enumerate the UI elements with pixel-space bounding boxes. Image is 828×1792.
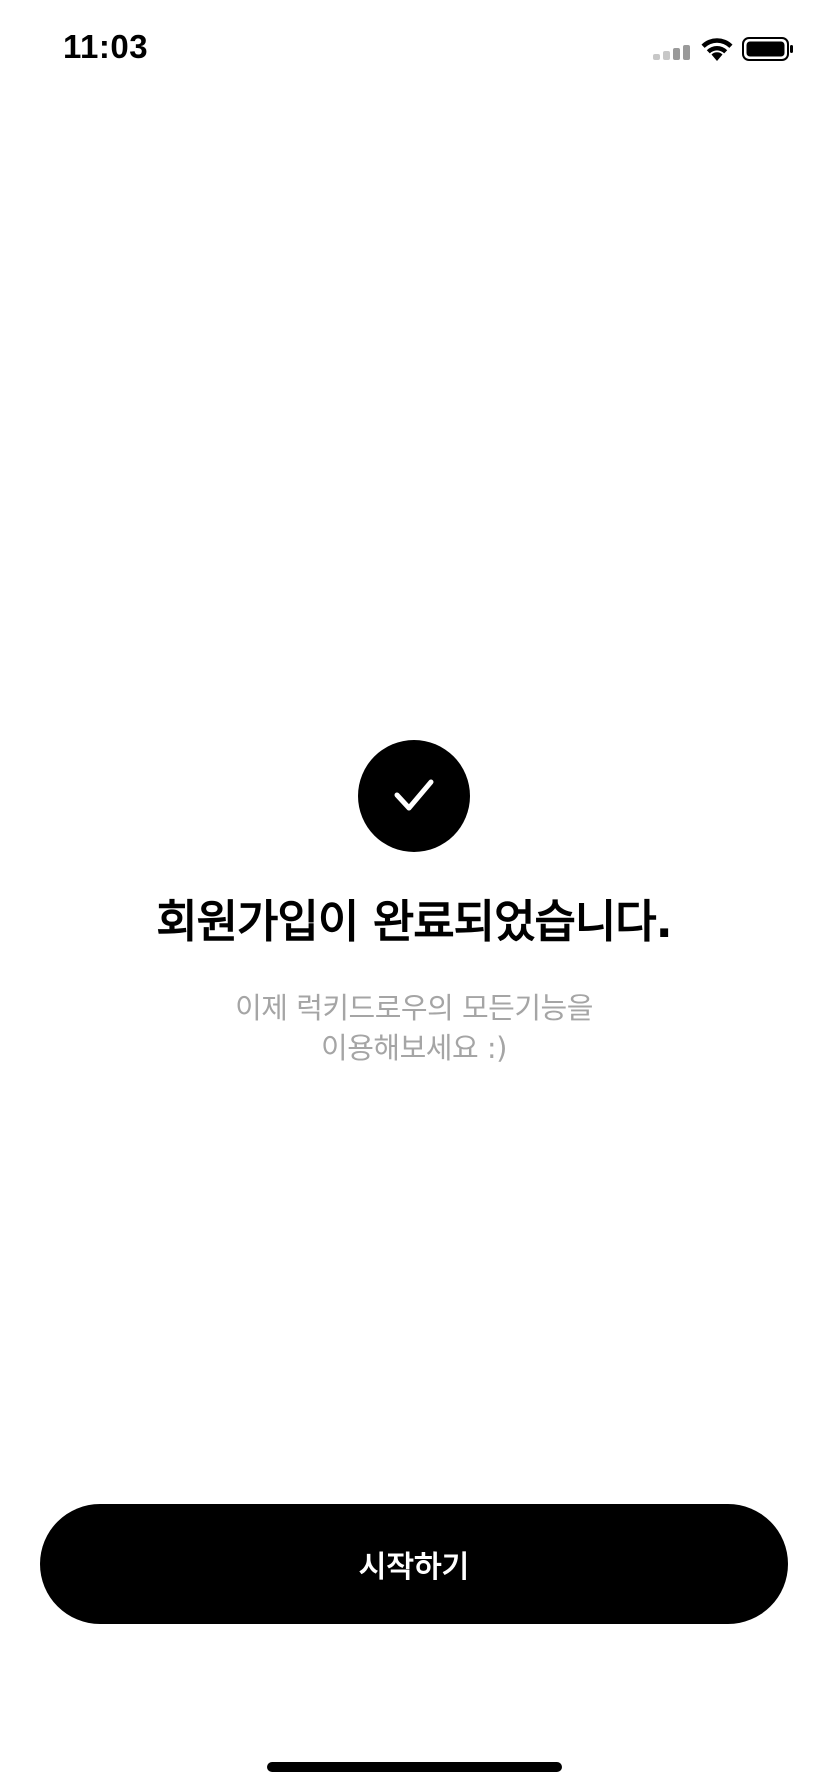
subtitle-line-1: 이제 럭키드로우의 모든기능을 xyxy=(235,991,593,1025)
cellular-signal-icon xyxy=(653,45,690,60)
checkmark-icon xyxy=(358,740,470,852)
start-button[interactable]: 시작하기 xyxy=(40,1504,788,1624)
page-title: 회원가입이 완료되었습니다. xyxy=(156,895,673,948)
status-time: 11:03 xyxy=(63,28,149,65)
subtitle-text: 이제 럭키드로우의 모든기능을 이용해보세요 :) xyxy=(0,988,828,1068)
home-indicator[interactable] xyxy=(267,1762,562,1772)
status-bar: 11:03 xyxy=(0,0,828,100)
signup-complete-section: 회원가입이 완료되었습니다. 이제 럭키드로우의 모든기능을 이용해보세요 :) xyxy=(0,740,828,1068)
checkmark-glyph xyxy=(394,779,434,811)
battery-icon xyxy=(742,37,793,61)
subtitle-line-2: 이용해보세요 :) xyxy=(321,1031,507,1065)
wifi-icon xyxy=(701,38,733,61)
